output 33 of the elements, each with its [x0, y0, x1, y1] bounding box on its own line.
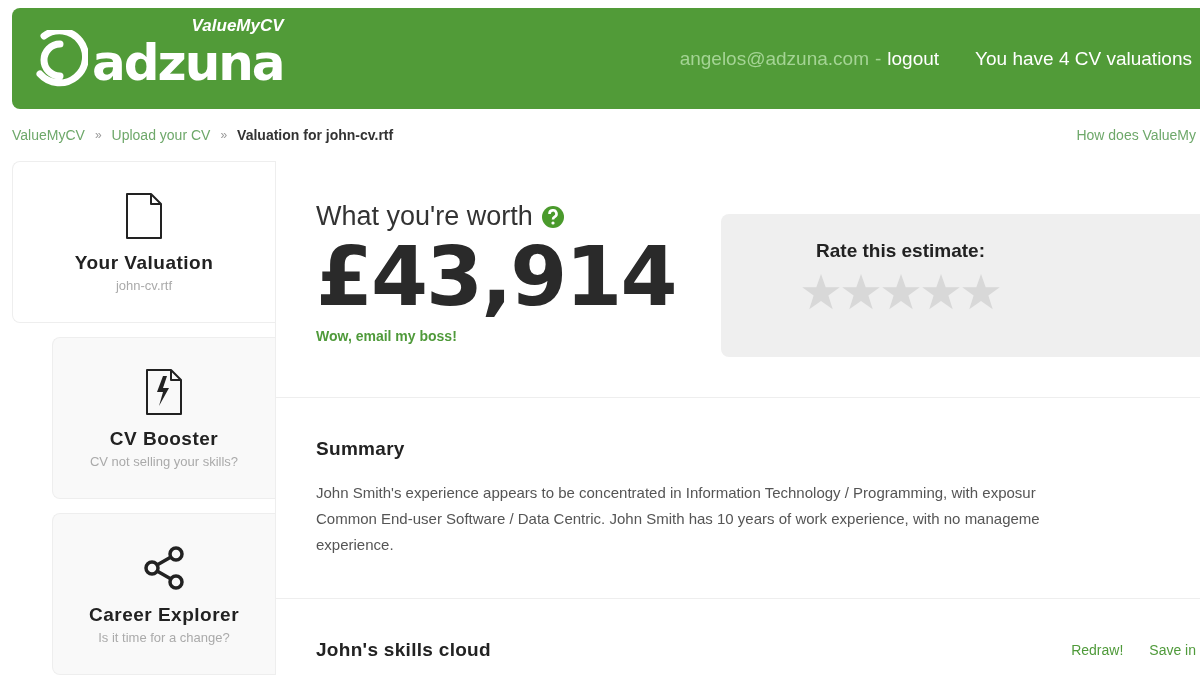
tab-title: Your Valuation	[74, 251, 214, 274]
brand-name: adzuna	[92, 37, 284, 88]
product-name: ValueMyCV	[191, 15, 284, 36]
document-icon	[123, 191, 165, 240]
help-icon[interactable]	[540, 204, 565, 229]
breadcrumb-link[interactable]: Valuation for john-cv.rtf	[237, 127, 394, 143]
salary-amount: £43,914	[316, 232, 677, 323]
tab-title: Career Explorer	[88, 603, 240, 626]
tab-title: CV Booster	[109, 427, 219, 450]
sidebar-tab[interactable]: Career Explorer Is it time for a change?	[52, 513, 275, 675]
user-email: angelos@adzuna.com	[679, 47, 869, 70]
breadcrumb-link[interactable]: ValueMyCV	[12, 127, 85, 143]
summary-text: John Smith's experience appears to be concentrated in Information Technology / Programming, with exposur Common End-user Software / Data Centric. John Smith has 10 years of work experience, with no manageme experience.	[316, 483, 1041, 555]
breadcrumb-separator: »	[220, 128, 228, 142]
sidebar-tab[interactable]: Your Valuation john-cv.rtf	[12, 161, 275, 323]
tab-subtitle: CV not selling your skills?	[89, 453, 239, 469]
skills-action-link[interactable]: Save in	[1149, 642, 1196, 658]
skills-action-link[interactable]: Redraw!	[1071, 642, 1124, 658]
document-lightning-icon	[143, 367, 185, 416]
summary-title: Summary	[316, 438, 406, 460]
valuations-count: You have 4 CV valuations	[975, 47, 1192, 70]
breadcrumb-separator: »	[94, 128, 102, 142]
logout-link[interactable]: logout	[887, 47, 940, 70]
skills-title: John's skills cloud	[316, 639, 491, 661]
sidebar-tab[interactable]: CV Booster CV not selling your skills?	[52, 337, 275, 499]
breadcrumb-link[interactable]: Upload your CV	[111, 127, 211, 143]
rating-title: Rate this estimate:	[816, 240, 985, 262]
tab-subtitle: Is it time for a change?	[98, 629, 230, 645]
help-link[interactable]: How does ValueMy	[1076, 127, 1196, 143]
worth-title: What you're worth	[316, 201, 533, 232]
separator-text: -	[875, 47, 882, 70]
tab-subtitle: john-cv.rtf	[115, 277, 173, 293]
email-boss-link[interactable]: Wow, email my boss!	[316, 328, 721, 345]
